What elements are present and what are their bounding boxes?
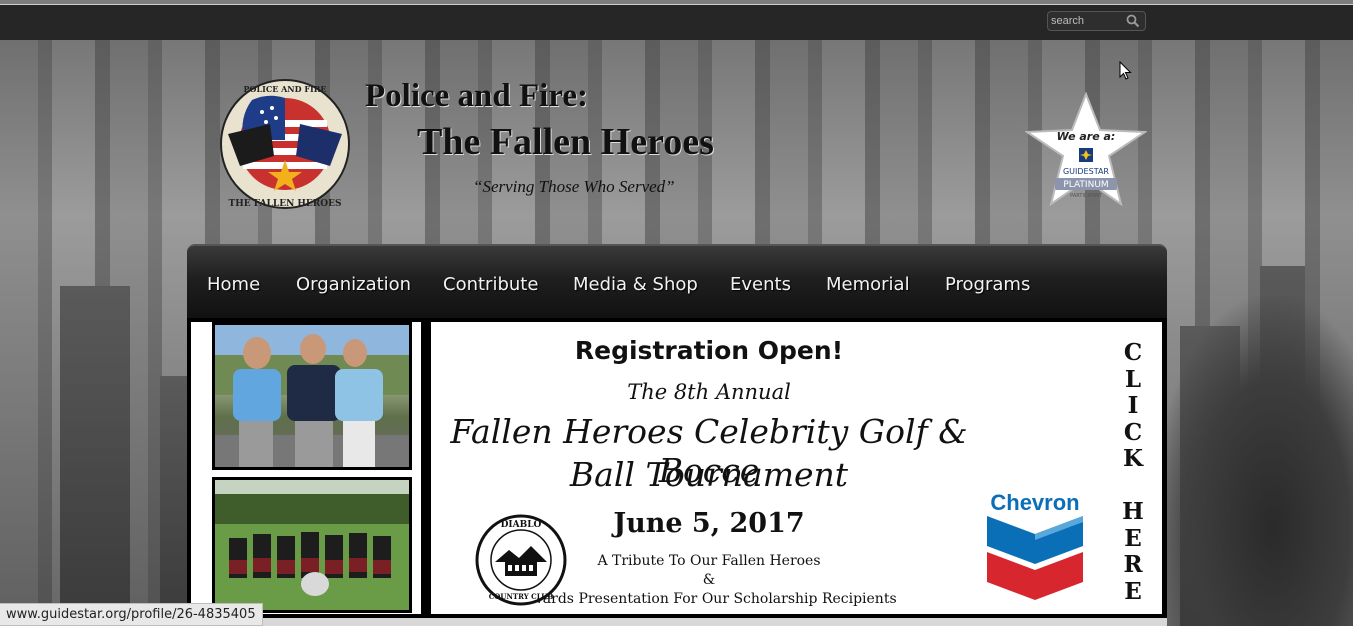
golfers-photo[interactable]: [212, 322, 412, 470]
registration-heading: Registration Open!: [574, 336, 844, 365]
nav-contribute[interactable]: Contribute: [443, 274, 538, 295]
background-trees: [1153, 296, 1353, 626]
site-title-line2: The Fallen Heroes: [417, 121, 714, 163]
click-here-letter: I: [1127, 392, 1139, 419]
site-title-line1: Police and Fire:: [365, 78, 589, 114]
logo-top-text: POLICE AND FIRE: [243, 84, 326, 94]
guidestar-badge[interactable]: We are a: GUIDESTAR PLATINUM PARTICIPANT: [1025, 92, 1147, 208]
click-here-letter: H: [1122, 498, 1144, 525]
top-bar: [0, 4, 1353, 40]
search-box[interactable]: [1047, 11, 1146, 31]
annual-label: The 8th Annual: [627, 380, 791, 404]
click-here-letter: [1119, 473, 1147, 500]
background-building: [60, 286, 130, 626]
click-here-letter: C: [1123, 339, 1143, 366]
click-here-letter: K: [1123, 445, 1143, 472]
guidestar-label: We are a:: [1057, 130, 1116, 143]
click-here-letter: E: [1124, 524, 1142, 552]
event-title-line2: Ball Tournament: [569, 455, 849, 494]
nav-media-shop[interactable]: Media & Shop: [573, 274, 698, 295]
nav-events[interactable]: Events: [730, 274, 791, 295]
event-banner[interactable]: Registration Open! The 8th Annual Fallen…: [431, 322, 1162, 614]
nav-programs[interactable]: Programs: [945, 274, 1030, 295]
guidestar-brand: GUIDESTAR: [1063, 167, 1109, 176]
click-here-letter: L: [1124, 365, 1142, 393]
browser-status-url: www.guidestar.org/profile/26-4835405: [0, 603, 263, 626]
site-tagline: “Serving Those Who Served”: [473, 177, 675, 196]
diablo-country-club-logo: DIABLO COUNTRY CLUB: [475, 514, 567, 606]
nav-memorial[interactable]: Memorial: [826, 274, 910, 295]
fallen-heroes-logo[interactable]: POLICE AND FIRE THE FALLEN HEROES: [214, 78, 356, 212]
content-bottom-strip: [187, 618, 1167, 626]
search-icon[interactable]: [1126, 14, 1140, 28]
chevron-sponsor-logo: Chevron: [987, 490, 1083, 600]
click-here-letter: E: [1124, 577, 1142, 605]
guidestar-level: PLATINUM: [1063, 180, 1108, 190]
mouse-cursor-icon: [1119, 61, 1132, 80]
bagpipers-photo[interactable]: [212, 477, 412, 613]
guidestar-sub: PARTICIPANT: [1070, 193, 1103, 199]
click-here-letter: C: [1123, 418, 1143, 446]
click-here-link[interactable]: C L I C K H E R E: [1119, 339, 1147, 610]
search-input[interactable]: [1051, 14, 1123, 28]
chevron-wordmark: Chevron: [990, 490, 1079, 515]
logo-bottom-text: THE FALLEN HEROES: [229, 199, 342, 209]
click-here-letter: R: [1123, 551, 1143, 578]
nav-home[interactable]: Home: [207, 274, 260, 295]
nav-organization[interactable]: Organization: [296, 274, 411, 295]
diablo-top-text: DIABLO: [501, 520, 542, 530]
main-nav: Home Organization Contribute Media & Sho…: [187, 244, 1167, 318]
diablo-bottom-text: COUNTRY CLUB: [489, 592, 554, 601]
